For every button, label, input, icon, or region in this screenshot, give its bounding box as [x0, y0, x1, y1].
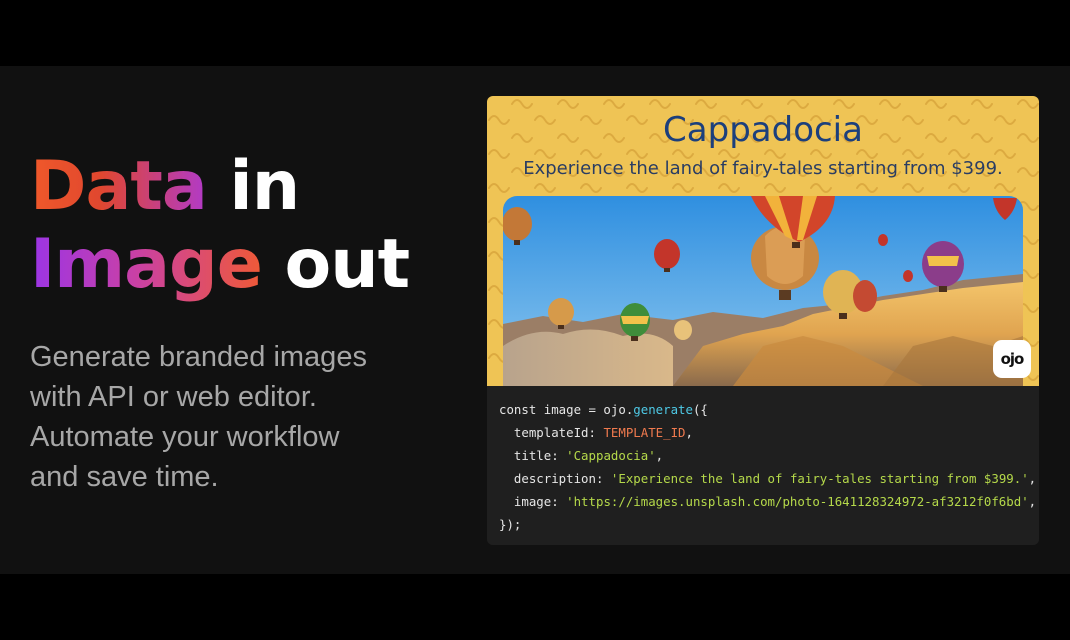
headline-in-word: in — [206, 147, 300, 226]
top-letterbox — [0, 0, 1070, 66]
code-line: const image = ojo.generate({ — [499, 402, 708, 417]
ojo-logo-badge: ojo — [993, 340, 1031, 378]
subtitle-line: Automate your workflow — [30, 421, 340, 453]
example-card: Cappadocia Experience the land of fairy-… — [487, 96, 1039, 545]
headline-image-word: Image — [30, 225, 263, 304]
balloon-photo — [503, 196, 1023, 386]
code-line: description: 'Experience the land of fai… — [499, 471, 1037, 486]
headline-line-2: Image out — [30, 225, 411, 304]
generated-image-preview: Cappadocia Experience the land of fairy-… — [487, 96, 1039, 386]
code-snippet: const image = ojo.generate({ templateId:… — [487, 386, 1039, 545]
preview-title: Cappadocia — [663, 110, 863, 150]
subtitle-line: and save time. — [30, 461, 219, 493]
subtitle-line: with API or web editor. — [30, 381, 317, 413]
hero-headline: Data in Image out — [30, 148, 411, 304]
headline-out-word: out — [261, 225, 411, 304]
code-line: image: 'https://images.unsplash.com/phot… — [499, 494, 1037, 509]
bottom-letterbox — [0, 574, 1070, 640]
preview-description: Experience the land of fairy-tales start… — [523, 158, 1003, 179]
subtitle-line: Generate branded images — [30, 341, 367, 373]
headline-line-1: Data in — [30, 148, 409, 226]
code-line: templateId: TEMPLATE_ID, — [499, 425, 693, 440]
code-line: }); — [499, 517, 522, 532]
headline-data-word: Data — [30, 147, 208, 226]
hero-subtitle: Generate branded images with API or web … — [30, 337, 450, 497]
code-line: title: 'Cappadocia', — [499, 448, 664, 463]
